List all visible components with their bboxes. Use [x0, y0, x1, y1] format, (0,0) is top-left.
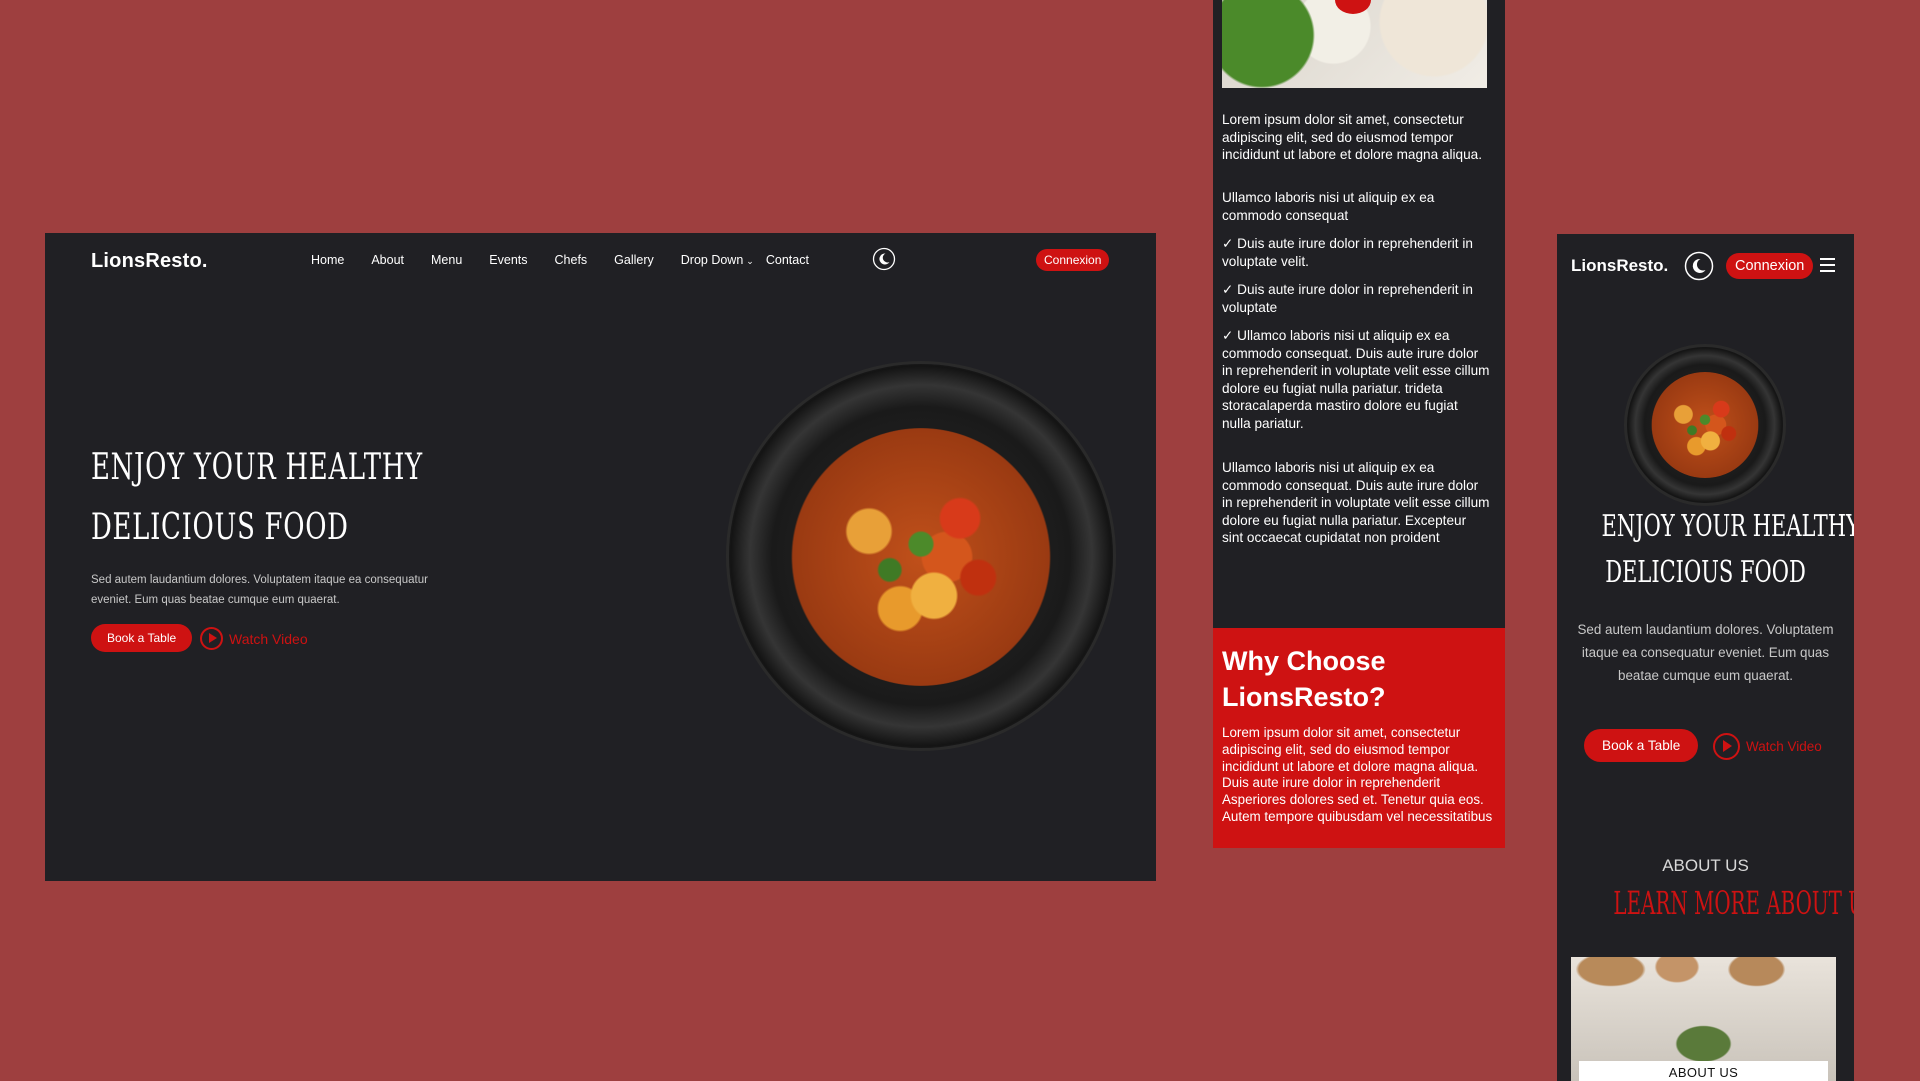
- why-choose-box: Why Choose LionsResto? Lorem ipsum dolor…: [1213, 628, 1505, 848]
- food-plate-image: [729, 364, 1113, 748]
- why-choose-text: Lorem ipsum dolor sit amet, consectetur …: [1222, 725, 1493, 824]
- nav-dropdown-label: Drop Down: [680, 253, 744, 267]
- chevron-down-icon: ⌄: [746, 256, 754, 266]
- nav-contact[interactable]: Contact: [766, 253, 809, 267]
- about-section-label: ABOUT US: [1662, 856, 1749, 875]
- food-image: [1651, 372, 1759, 478]
- nav-chefs[interactable]: Chefs: [555, 253, 588, 267]
- moon-icon[interactable]: [1684, 251, 1714, 281]
- about-section-title: Learn More About Us: [1613, 884, 1854, 922]
- play-icon: [200, 627, 223, 650]
- nav-menu[interactable]: Menu: [431, 253, 462, 267]
- food-photo: [1222, 0, 1487, 88]
- connexion-button[interactable]: Connexion: [1036, 249, 1110, 271]
- nav-dropdown[interactable]: Drop Down ⌄: [681, 253, 754, 267]
- check-item-2: ✓ Duis aute irure dolor in reprehenderit…: [1222, 282, 1473, 315]
- hero-title: Enjoy Your Healthy Delicious Food: [1601, 509, 1854, 590]
- mobile-preview-content: Lorem ipsum dolor sit amet, consectetur …: [1213, 0, 1505, 848]
- check-item-1: ✓ Duis aute irure dolor in reprehenderit…: [1222, 236, 1473, 269]
- hero-title: Enjoy Your Healthy Delicious Food: [91, 447, 423, 548]
- about-image-caption: ABOUT US: [1579, 1061, 1828, 1081]
- food-image: [791, 428, 1051, 686]
- watch-video-label: Watch Video: [229, 630, 308, 647]
- about-paragraph-1: Lorem ipsum dolor sit amet, consectetur …: [1222, 112, 1482, 162]
- watch-video-link[interactable]: Watch Video: [1713, 733, 1822, 760]
- play-icon: [1713, 733, 1740, 760]
- nav-gallery[interactable]: Gallery: [614, 253, 654, 267]
- moon-icon[interactable]: [872, 247, 896, 271]
- menu-icon[interactable]: [1820, 258, 1835, 276]
- play-video-icon[interactable]: [1335, 0, 1371, 14]
- check-item-3: ✓ Ullamco laboris nisi ut aliquip ex ea …: [1222, 328, 1490, 431]
- desktop-preview: LionsResto. Home About Menu Events Chefs…: [45, 233, 1156, 881]
- book-table-button[interactable]: Book a Table: [91, 624, 193, 652]
- about-paragraph-2: Ullamco laboris nisi ut aliquip ex ea co…: [1222, 190, 1435, 223]
- main-nav: Home About Menu Events Chefs Gallery Dro…: [311, 253, 836, 267]
- mobile-preview-hero: LionsResto. Connexion Enjoy Your Healthy…: [1557, 234, 1854, 1081]
- food-plate-image: [1627, 347, 1783, 503]
- connexion-button[interactable]: Connexion: [1726, 253, 1814, 279]
- restaurant-interior-image: ABOUT US: [1571, 957, 1836, 1081]
- nav-about[interactable]: About: [371, 253, 404, 267]
- hero-subtitle: Sed autem laudantium dolores. Voluptatem…: [91, 574, 428, 606]
- logo[interactable]: LionsResto.: [1571, 256, 1668, 276]
- watch-video-link[interactable]: Watch Video: [200, 627, 308, 650]
- nav-home[interactable]: Home: [311, 253, 344, 267]
- nav-events[interactable]: Events: [489, 253, 527, 267]
- book-table-button[interactable]: Book a Table: [1584, 729, 1699, 762]
- hero-subtitle: Sed autem laudantium dolores. Voluptatem…: [1577, 622, 1834, 683]
- about-paragraph-3: Ullamco laboris nisi ut aliquip ex ea co…: [1222, 460, 1490, 545]
- logo[interactable]: LionsResto.: [91, 250, 208, 273]
- watch-video-label: Watch Video: [1746, 739, 1822, 754]
- why-choose-title: Why Choose LionsResto?: [1222, 646, 1386, 712]
